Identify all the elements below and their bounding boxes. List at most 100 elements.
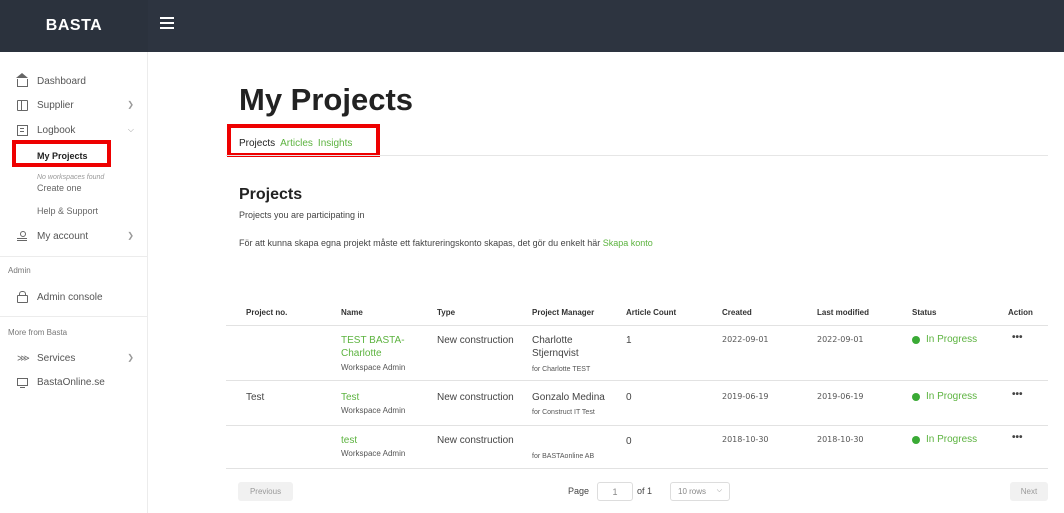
lock-icon	[17, 291, 28, 303]
sidebar-item-bastaonline[interactable]: BastaOnline.se	[17, 373, 142, 391]
cell-role: Workspace Admin	[341, 449, 406, 458]
chevron-right-icon: ❯	[127, 100, 134, 109]
column-header-name[interactable]: Name	[341, 308, 363, 317]
cell-modified: 2019-06-19	[817, 392, 864, 401]
monitor-icon	[17, 378, 28, 389]
table-header-divider	[226, 325, 1048, 326]
sidebar-divider	[0, 256, 147, 257]
sidebar-item-label: My account	[37, 230, 89, 242]
sidebar-item-label: BastaOnline.se	[37, 376, 105, 388]
cell-created: 2018-10-30	[722, 435, 769, 444]
brand-text: BASTA	[45, 17, 103, 34]
project-name-link[interactable]: Test	[341, 391, 359, 404]
cell-manager: Gonzalo Medina	[532, 392, 605, 403]
previous-page-button[interactable]: Previous	[238, 482, 293, 501]
brand-logo[interactable]: BASTA	[0, 0, 148, 52]
services-icon: ⋙	[17, 352, 30, 363]
chevron-down-icon: ⌵	[127, 125, 134, 134]
rows-per-page-select[interactable]: 10 rows ⌵	[670, 482, 730, 501]
column-header-action: Action	[1008, 308, 1033, 317]
sidebar: Dashboard Supplier ❯ Logbook ⌵ My Projec…	[0, 52, 148, 513]
sidebar-divider	[0, 316, 147, 317]
cell-manager-org: for Charlotte TEST	[532, 366, 591, 373]
more-actions-icon[interactable]: •••	[1012, 389, 1023, 400]
sidebar-item-help-support[interactable]: Help & Support	[37, 206, 98, 216]
sidebar-item-label: Services	[37, 352, 76, 364]
status-text: In Progress	[926, 391, 978, 402]
chevron-right-icon: ❯	[127, 353, 134, 362]
cell-type: New construction	[437, 392, 514, 403]
cell-created: 2019-06-19	[722, 392, 769, 401]
column-header-status[interactable]: Status	[912, 308, 936, 317]
column-header-project-no[interactable]: Project no.	[246, 308, 287, 317]
page-number-input[interactable]	[597, 482, 633, 501]
column-header-article-count[interactable]: Article Count	[626, 308, 676, 317]
hamburger-menu-icon[interactable]	[160, 17, 174, 29]
section-title: Projects	[239, 186, 303, 203]
tab-projects[interactable]: Projects	[239, 138, 275, 149]
status-badge: In Progress	[912, 391, 977, 402]
cell-modified: 2018-10-30	[817, 435, 864, 444]
sidebar-item-logbook[interactable]: Logbook ⌵	[17, 121, 142, 139]
project-name-link[interactable]: Charlotte	[341, 347, 382, 360]
sidebar-item-label: Dashboard	[37, 75, 86, 87]
column-header-last-modified[interactable]: Last modified	[817, 308, 869, 317]
sidebar-item-dashboard[interactable]: Dashboard	[16, 72, 142, 90]
cell-type: New construction	[437, 335, 514, 346]
status-dot-icon	[912, 335, 920, 344]
status-badge: In Progress	[912, 434, 977, 445]
cell-type: New construction	[437, 435, 514, 446]
cell-role: Workspace Admin	[341, 406, 406, 415]
tab-insights[interactable]: Insights	[318, 138, 352, 149]
table-row-divider	[226, 468, 1048, 469]
cell-created: 2022-09-01	[722, 335, 769, 344]
status-badge: In Progress	[912, 334, 977, 345]
cell-manager: Stjernqvist	[532, 348, 579, 359]
more-actions-icon[interactable]: •••	[1012, 332, 1023, 343]
table-row-divider	[226, 425, 1048, 426]
next-page-button[interactable]: Next	[1010, 482, 1048, 501]
cell-manager-org: for Construct IT Test	[532, 409, 595, 416]
cell-manager-org: for BASTAonline AB	[532, 453, 595, 460]
sidebar-item-my-projects[interactable]: My Projects	[37, 151, 88, 161]
logbook-icon	[17, 124, 28, 136]
sidebar-item-my-account[interactable]: My account ❯	[17, 227, 142, 245]
page-title: My Projects	[239, 82, 414, 117]
no-workspaces-note: No workspaces found	[37, 174, 105, 181]
page-total-label: of 1	[637, 486, 653, 496]
tabs-divider	[226, 155, 1048, 156]
sidebar-item-supplier[interactable]: Supplier ❯	[17, 96, 142, 114]
sidebar-section-admin: Admin	[8, 266, 31, 275]
rows-per-page-value: 10 rows	[678, 487, 707, 496]
tab-articles[interactable]: Articles	[280, 138, 313, 149]
home-icon	[16, 73, 28, 87]
project-tabs: Projects Articles Insights	[239, 138, 352, 149]
top-bar: BASTA	[0, 0, 1064, 52]
page-label: Page	[568, 486, 590, 496]
create-account-link[interactable]: Skapa konto	[603, 238, 653, 248]
sidebar-item-label: Supplier	[37, 99, 74, 111]
cell-article-count: 1	[626, 335, 632, 346]
chevron-down-icon: ⌵	[716, 487, 722, 494]
sidebar-item-label: Admin console	[37, 291, 103, 303]
cell-article-count: 0	[626, 392, 632, 403]
project-name-link[interactable]: test	[341, 434, 357, 447]
cell-project-no: Test	[246, 392, 265, 403]
sidebar-item-services[interactable]: ⋙ Services ❯	[17, 349, 142, 367]
create-workspace-link[interactable]: Create one	[37, 183, 82, 193]
column-header-project-manager[interactable]: Project Manager	[532, 308, 594, 317]
table-row-divider	[226, 380, 1048, 381]
more-actions-icon[interactable]: •••	[1012, 432, 1023, 443]
chevron-right-icon: ❯	[127, 231, 134, 240]
status-dot-icon	[912, 392, 920, 401]
project-name-link[interactable]: TEST BASTA-	[341, 334, 405, 347]
cell-manager: Charlotte	[532, 335, 573, 346]
cell-role: Workspace Admin	[341, 363, 406, 372]
sidebar-item-label: Logbook	[37, 124, 76, 136]
sidebar-item-admin-console[interactable]: Admin console	[17, 288, 142, 306]
cell-modified: 2022-09-01	[817, 335, 864, 344]
column-header-created[interactable]: Created	[722, 308, 752, 317]
sidebar-section-more: More from Basta	[8, 328, 68, 337]
column-header-type[interactable]: Type	[437, 308, 455, 317]
status-text: In Progress	[926, 434, 978, 445]
